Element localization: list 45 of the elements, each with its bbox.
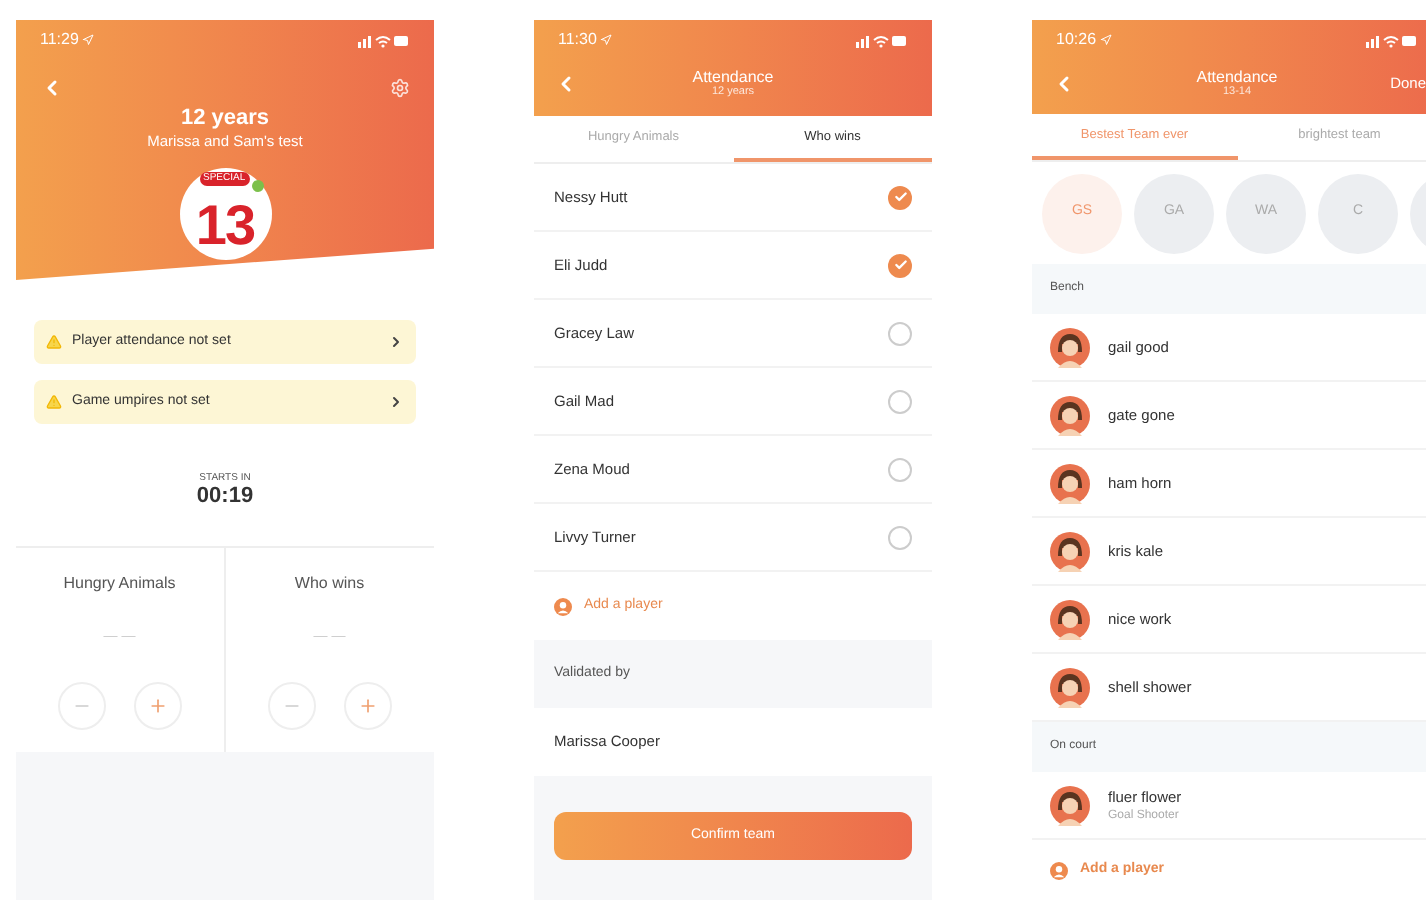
logo-number: 13 [195, 196, 255, 256]
avatar-icon [1050, 327, 1090, 367]
person-icon [554, 597, 572, 615]
attendance-checkbox[interactable] [888, 253, 912, 277]
status-icons [856, 33, 908, 47]
location-icon [82, 34, 95, 46]
check-icon [893, 190, 907, 204]
plus-button[interactable] [133, 681, 182, 729]
status-time: 11:29 [40, 28, 79, 52]
settings-button[interactable] [390, 76, 410, 100]
avatar-icon [1050, 531, 1090, 571]
check-icon [893, 258, 907, 272]
avatar-icon [1050, 667, 1090, 707]
header-title: Attendance [692, 68, 774, 86]
location-icon [600, 34, 613, 46]
person-icon [1050, 861, 1068, 879]
location-icon [1100, 34, 1113, 46]
attendance-checkbox[interactable] [888, 321, 912, 345]
match-title: 12 years [178, 104, 272, 132]
avatar-icon [1050, 599, 1090, 639]
avatar-icon [1050, 395, 1090, 435]
team-name: Hungry Animals [63, 572, 176, 596]
chevron-icon [388, 334, 404, 350]
status-icons [1366, 33, 1418, 47]
minus-button[interactable] [267, 681, 316, 729]
attendance-checkbox[interactable] [888, 185, 912, 209]
countdown-time: 00:19 [196, 484, 254, 510]
status-icons [358, 33, 410, 47]
attendance-checkbox[interactable] [888, 389, 912, 413]
warning-icon [46, 334, 62, 350]
header-title: Attendance [1196, 68, 1278, 86]
attendance-checkbox[interactable] [888, 457, 912, 481]
status-time: 10:26 [1056, 28, 1097, 52]
minus-button[interactable] [57, 681, 106, 729]
settings-icon [390, 78, 410, 98]
warning-icon [46, 394, 62, 410]
plus-icon [147, 695, 168, 715]
avatar-icon [1050, 463, 1090, 503]
avatar-icon [1050, 785, 1090, 825]
team-name: Who wins [294, 572, 365, 596]
chevron-icon [388, 394, 404, 410]
status-time: 11:30 [558, 28, 597, 52]
plus-icon [357, 695, 378, 715]
attendance-checkbox[interactable] [888, 525, 912, 549]
plus-button[interactable] [343, 681, 392, 729]
